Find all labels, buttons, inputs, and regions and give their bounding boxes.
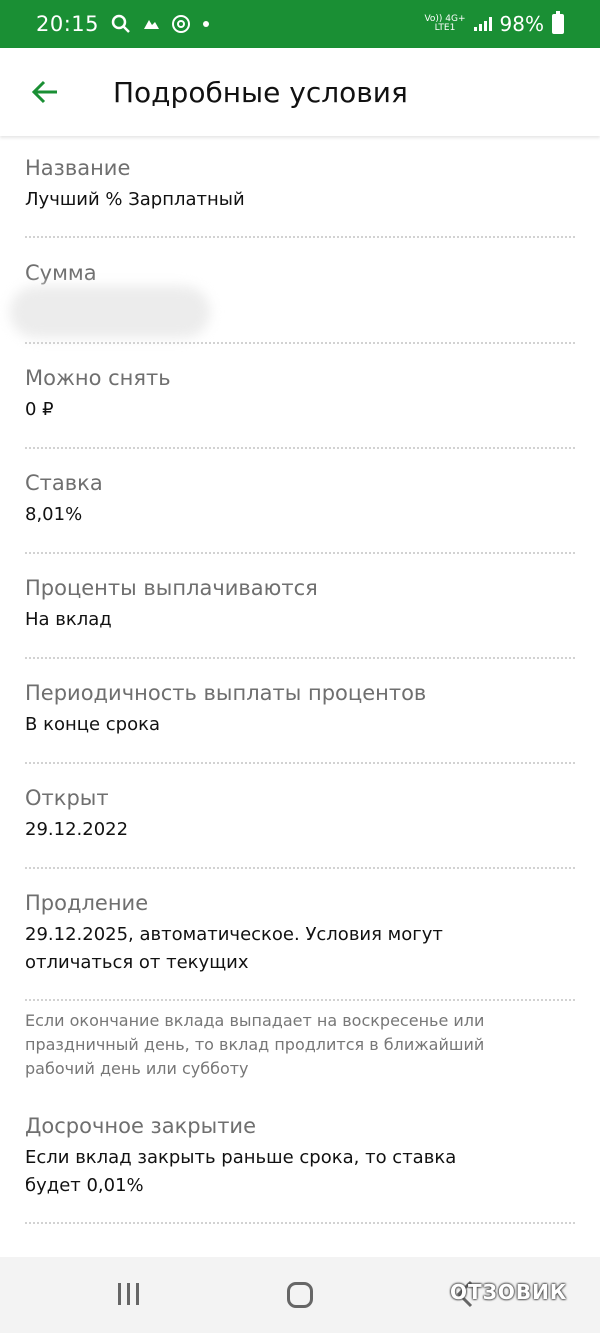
divider xyxy=(25,867,575,869)
status-bar: 20:15 Vo)) 4G+ LTE1 98% xyxy=(0,0,600,48)
divider xyxy=(25,447,575,449)
detail-value: 29.12.2022 xyxy=(25,819,129,840)
renewal-note: Если окончание вклада выпадает на воскре… xyxy=(25,1009,575,1081)
detail-value-line2: будет 0,01% xyxy=(25,1175,144,1196)
divider xyxy=(25,342,575,344)
detail-label: Периодичность выплаты процентов xyxy=(25,681,427,705)
search-icon xyxy=(111,14,130,33)
detail-label: Можно снять xyxy=(25,366,171,390)
notification-icon xyxy=(144,20,160,29)
detail-name: Название Лучший % Зарплатный xyxy=(25,156,575,214)
detail-opened: Открыт 29.12.2022 xyxy=(25,786,575,844)
detail-payout-frequency: Периодичность выплаты процентов В конце … xyxy=(25,681,575,739)
network-bottom-label: LTE1 xyxy=(434,23,456,33)
detail-value-line1: 29.12.2025, автоматическое. Условия могу… xyxy=(25,924,443,945)
detail-label: Открыт xyxy=(25,786,109,810)
hidden-amount-value xyxy=(10,286,210,338)
signal-icon xyxy=(473,17,492,31)
detail-value: Лучший % Зарплатный xyxy=(25,189,245,210)
detail-label: Название xyxy=(25,156,131,180)
page-title: Подробные условия xyxy=(113,75,408,109)
detail-renewal: Продление 29.12.2025, автоматическое. Ус… xyxy=(25,891,575,977)
at-icon xyxy=(172,15,191,33)
detail-value: 8,01% xyxy=(25,504,83,525)
battery-percent: 98% xyxy=(499,12,544,36)
detail-early-closing: Досрочное закрытие Если вклад закрыть ра… xyxy=(25,1114,575,1200)
detail-amount: Сумма xyxy=(25,261,575,285)
detail-value: На вклад xyxy=(25,609,112,630)
battery-icon xyxy=(552,11,564,34)
dot-icon xyxy=(203,21,210,27)
note-line3: рабочий день или субботу xyxy=(25,1059,249,1078)
divider xyxy=(25,236,575,238)
divider xyxy=(25,999,575,1001)
detail-rate: Ставка 8,01% xyxy=(25,471,575,529)
detail-value-line2: отличаться от текущих xyxy=(25,952,249,973)
detail-interest-payout: Проценты выплачиваются На вклад xyxy=(25,576,575,634)
recent-apps-button[interactable] xyxy=(118,1283,139,1305)
arrow-left-icon xyxy=(31,80,57,104)
detail-label: Продление xyxy=(25,891,149,915)
detail-value: В конце срока xyxy=(25,714,161,735)
detail-value: 0 ₽ xyxy=(25,399,54,420)
detail-label: Досрочное закрытие xyxy=(25,1114,256,1138)
detail-label: Сумма xyxy=(25,261,97,285)
network-indicator: Vo)) 4G+ LTE1 xyxy=(424,15,465,33)
detail-value-line1: Если вклад закрыть раньше срока, то став… xyxy=(25,1147,457,1168)
note-line1: Если окончание вклада выпадает на воскре… xyxy=(25,1011,485,1030)
detail-label: Ставка xyxy=(25,471,103,495)
divider xyxy=(25,552,575,554)
divider xyxy=(25,762,575,764)
back-button[interactable] xyxy=(0,48,90,136)
app-bar: Подробные условия xyxy=(0,48,600,136)
detail-withdrawable: Можно снять 0 ₽ xyxy=(25,366,575,424)
home-button[interactable] xyxy=(287,1282,313,1308)
divider xyxy=(25,1222,575,1224)
watermark-logo: ОТЗОВИК xyxy=(450,1280,568,1304)
detail-label: Проценты выплачиваются xyxy=(25,576,318,600)
divider xyxy=(25,657,575,659)
note-line2: праздничный день, то вклад продлится в б… xyxy=(25,1035,485,1054)
clock: 20:15 xyxy=(36,12,100,36)
